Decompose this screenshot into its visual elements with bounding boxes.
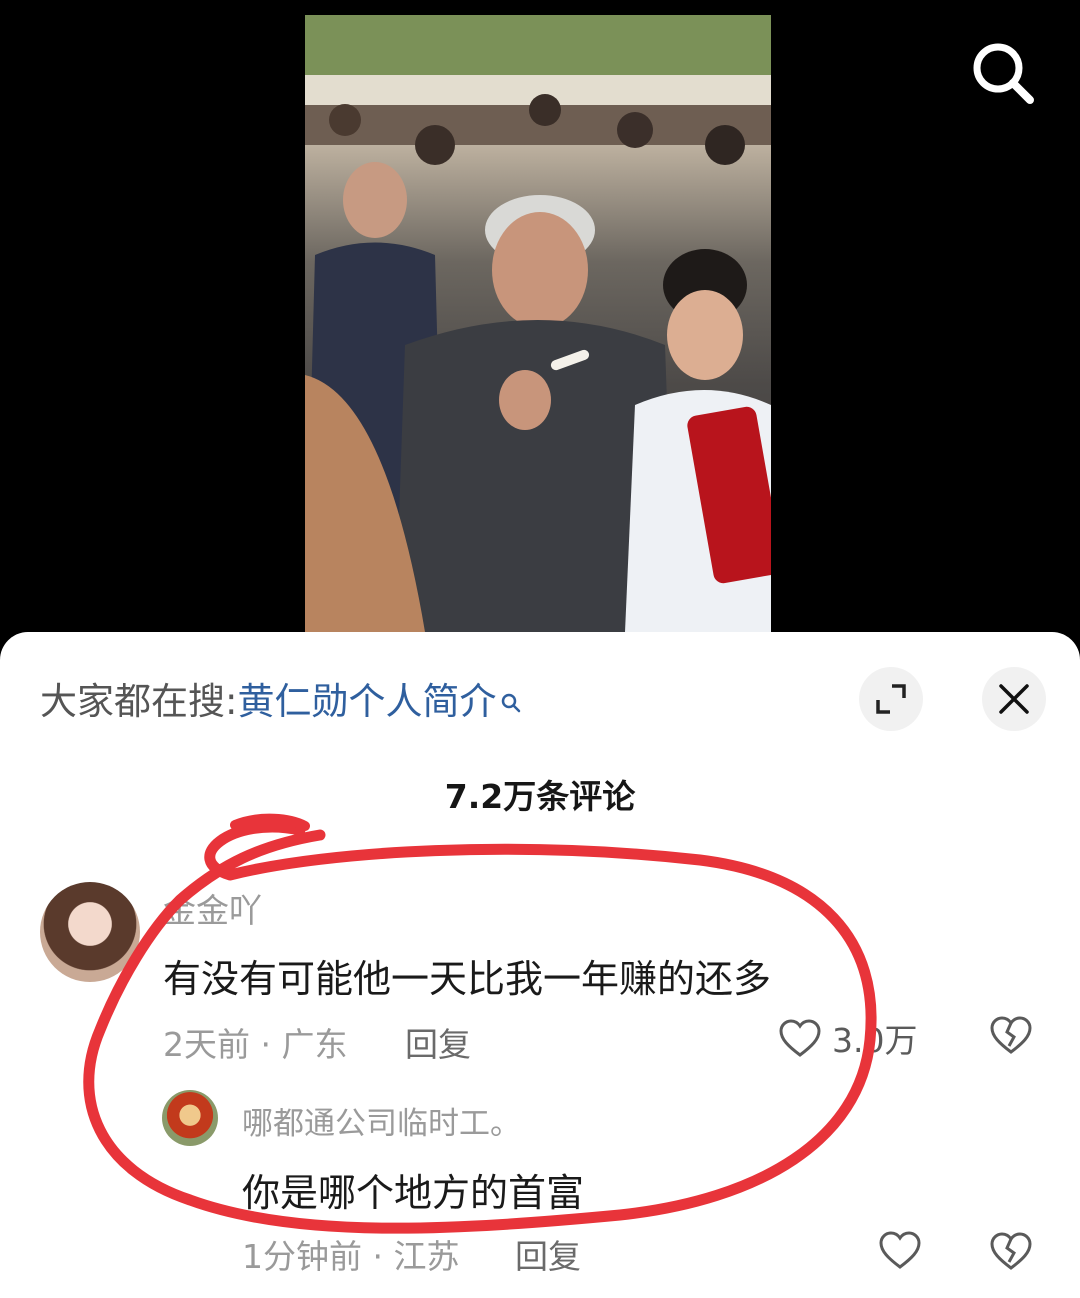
reply-meta: 1分钟前 · 江苏 [242,1237,460,1276]
heart-icon [779,1019,821,1057]
close-button[interactable] [982,667,1046,731]
comment-text: 有没有可能他一天比我一年赚的还多 [163,957,772,1001]
reply-like-button[interactable] [878,1230,922,1270]
avatar[interactable] [40,882,140,982]
hot-search-magnifier-icon [500,680,522,724]
video-player[interactable] [305,15,771,632]
comment-username[interactable]: 金金吖 [163,884,262,932]
like-button[interactable]: 3.0万 [778,1014,917,1062]
reply-button[interactable]: 回复 [405,1018,471,1066]
broken-heart-icon [990,1016,1032,1054]
broken-heart-icon [990,1232,1032,1270]
video-frame-image [305,15,771,632]
expand-icon [876,684,906,714]
hot-search-prefix: 大家都在搜 [40,680,225,723]
hot-search-term[interactable]: 黄仁勋个人简介 [237,680,496,723]
comment-count-title: 7.2万条评论 [444,777,636,816]
close-icon [999,684,1029,714]
reply-username[interactable]: 哪都通公司临时工。 [242,1098,521,1143]
reply-avatar[interactable] [162,1090,218,1146]
reply-dislike-button[interactable] [988,1230,1034,1276]
reply-text: 你是哪个地方的首富 [242,1171,585,1215]
comment-sheet: 大家都在搜:黄仁勋个人简介 7.2万条评论 金金吖 有没有可能他一天比我一年赚的… [0,632,1080,1298]
like-count: 3.0万 [832,1021,918,1060]
heart-icon [879,1231,921,1269]
comment-meta: 2天前 · 广东 [163,1025,348,1064]
reply-reply-button[interactable]: 回复 [515,1230,581,1278]
expand-button[interactable] [859,667,923,731]
hot-search-colon: : [225,680,238,723]
search-button[interactable] [968,38,1038,108]
dislike-button[interactable] [988,1014,1034,1060]
hot-search-bar[interactable]: 大家都在搜:黄仁勋个人简介 [40,680,522,724]
search-icon [973,43,1034,104]
